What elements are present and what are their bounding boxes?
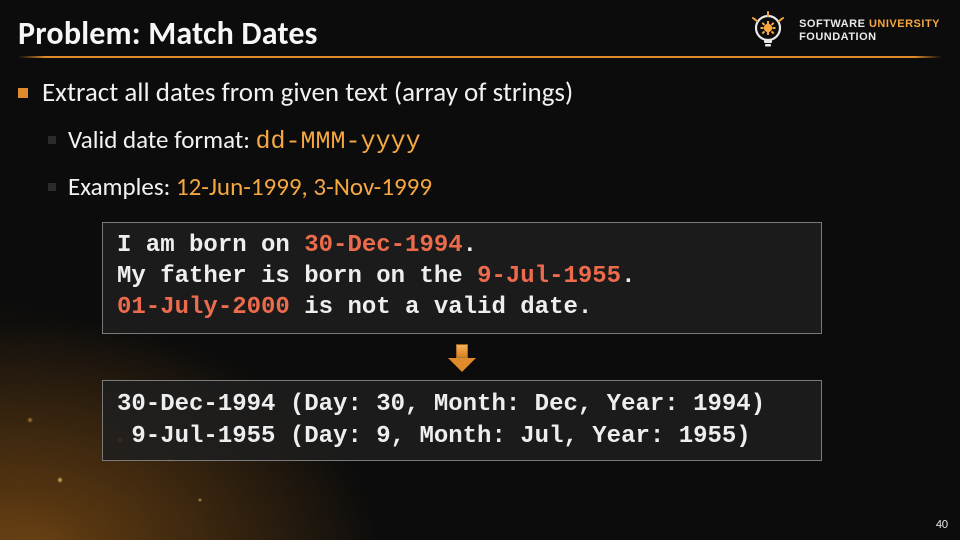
slide-title: Problem: Match Dates: [18, 14, 318, 53]
example-output-box: 30-Dec-1994 (Day: 30, Month: Dec, Year: …: [102, 380, 822, 460]
bullet-examples: Examples: 12-Jun-1999, 3-Nov-1999: [48, 171, 942, 202]
bullet-main: Extract all dates from given text (array…: [18, 76, 942, 110]
bullet-marker-icon: [48, 136, 56, 144]
arrow-down-icon: [448, 344, 476, 374]
arrow-down: [18, 344, 906, 374]
bullet-format: Valid date format: dd-MMM-yyyy: [48, 124, 942, 157]
brand-logo: SOFTWARE UNIVERSITY FOUNDATION: [747, 10, 940, 52]
example-input-box: I am born on 30-Dec-1994. My father is b…: [102, 222, 822, 334]
slide-body: Extract all dates from given text (array…: [18, 76, 942, 461]
page-number: 40: [936, 518, 948, 532]
brand-text: SOFTWARE UNIVERSITY FOUNDATION: [799, 19, 940, 43]
title-underline: [18, 56, 942, 58]
bullet-marker-icon: [48, 183, 56, 191]
bullet-examples-text: Examples: 12-Jun-1999, 3-Nov-1999: [68, 171, 432, 202]
lightbulb-gear-icon: [747, 10, 789, 52]
bullet-marker-icon: [18, 88, 28, 98]
bullet-main-text: Extract all dates from given text (array…: [42, 76, 573, 110]
bullet-format-text: Valid date format: dd-MMM-yyyy: [68, 124, 421, 157]
